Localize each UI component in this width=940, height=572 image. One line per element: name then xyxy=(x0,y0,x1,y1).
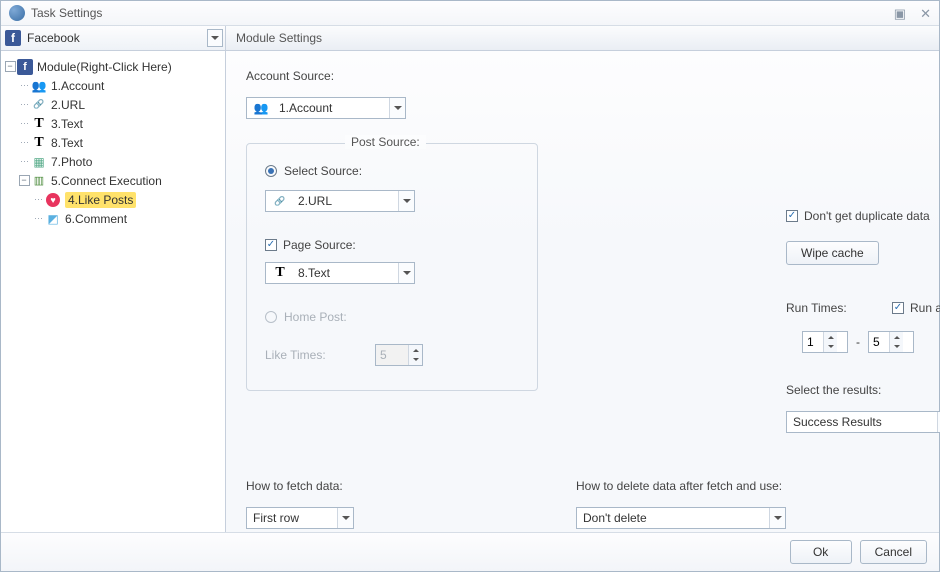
run-all-label[interactable]: Run all source xyxy=(910,301,940,315)
close-icon[interactable]: ✕ xyxy=(920,7,931,20)
tree-item-text8[interactable]: ⋯ T 8.Text xyxy=(3,133,223,152)
radio-icon xyxy=(265,311,277,323)
heart-icon: ♥ xyxy=(45,192,61,208)
page-source-row[interactable]: Page Source: xyxy=(265,238,519,252)
home-post-row: Home Post: xyxy=(265,310,519,324)
cancel-button[interactable]: Cancel xyxy=(860,540,927,564)
chevron-down-icon[interactable] xyxy=(769,508,785,528)
tree-label: Module(Right-Click Here) xyxy=(37,60,172,74)
tree-label: 2.URL xyxy=(51,98,85,112)
account-icon: 👥 xyxy=(31,78,47,94)
tree-label: 3.Text xyxy=(51,117,83,131)
fetch-label: How to fetch data: xyxy=(246,479,354,493)
wipe-cache-button[interactable]: Wipe cache xyxy=(786,241,879,265)
text-icon: T xyxy=(31,135,47,151)
spin-up-icon[interactable] xyxy=(824,332,837,342)
tree-label: 4.Like Posts xyxy=(65,192,136,208)
fetch-select[interactable]: First row xyxy=(246,507,354,529)
home-post-label: Home Post: xyxy=(284,310,347,324)
spin-up-icon[interactable] xyxy=(890,332,903,342)
tree-label: 1.Account xyxy=(51,79,104,93)
run-to-spinner[interactable] xyxy=(868,331,914,353)
results-select[interactable]: Success Results xyxy=(786,411,940,433)
page-source-select[interactable]: T 8.Text xyxy=(265,262,415,284)
tree-item-like-posts[interactable]: ⋯ ♥ 4.Like Posts xyxy=(3,190,223,209)
dialog-footer: Ok Cancel xyxy=(1,533,939,571)
tree-item-text3[interactable]: ⋯ T 3.Text xyxy=(3,114,223,133)
select-value: 1.Account xyxy=(279,101,332,115)
tree-root[interactable]: − f Module(Right-Click Here) xyxy=(3,57,223,76)
like-times-label: Like Times: xyxy=(265,348,375,362)
fieldset-legend: Post Source: xyxy=(345,135,426,149)
tree-item-exec[interactable]: − ▥ 5.Connect Execution xyxy=(3,171,223,190)
tree-item-photo[interactable]: ⋯ ▦ 7.Photo xyxy=(3,152,223,171)
checkbox-icon[interactable] xyxy=(786,210,798,222)
photo-icon: ▦ xyxy=(31,154,47,170)
spin-up-icon xyxy=(409,345,422,355)
select-results-label: Select the results: xyxy=(786,383,940,397)
select-value: 8.Text xyxy=(298,266,330,280)
run-from-spinner[interactable] xyxy=(802,331,848,353)
chevron-down-icon[interactable] xyxy=(398,191,414,211)
execution-icon: ▥ xyxy=(31,173,47,189)
range-dash: - xyxy=(856,335,860,349)
tree-item-account[interactable]: ⋯ 👥 1.Account xyxy=(3,76,223,95)
comment-icon: ◩ xyxy=(45,211,61,227)
chevron-down-icon[interactable] xyxy=(398,263,414,283)
ok-button[interactable]: Ok xyxy=(790,540,852,564)
module-tree: − f Module(Right-Click Here) ⋯ 👥 1.Accou… xyxy=(1,51,226,532)
platform-value: Facebook xyxy=(27,31,80,45)
select-value: First row xyxy=(253,511,299,525)
text-icon: T xyxy=(272,265,288,281)
page-source-label: Page Source: xyxy=(283,238,356,252)
spin-down-icon[interactable] xyxy=(824,342,837,352)
tree-label: 5.Connect Execution xyxy=(51,174,162,188)
tree-item-url[interactable]: ⋯ 🔗 2.URL xyxy=(3,95,223,114)
no-duplicate-label[interactable]: Don't get duplicate data xyxy=(804,209,940,223)
select-source-row[interactable]: Select Source: xyxy=(265,164,519,178)
select-value: Success Results xyxy=(793,415,882,429)
account-source-label: Account Source: xyxy=(246,69,915,83)
like-times-input xyxy=(376,345,408,365)
tree-label: 6.Comment xyxy=(65,212,127,226)
collapse-icon[interactable]: − xyxy=(5,61,16,72)
chevron-down-icon[interactable] xyxy=(207,29,223,47)
select-value: 2.URL xyxy=(298,194,332,208)
panel-title: Module Settings xyxy=(226,26,939,50)
minimize-icon[interactable]: ▣ xyxy=(894,7,906,20)
run-to-input[interactable] xyxy=(869,332,889,352)
select-source-label: Select Source: xyxy=(284,164,362,178)
window-title: Task Settings xyxy=(31,6,894,20)
tree-item-comment[interactable]: ⋯ ◩ 6.Comment xyxy=(3,209,223,228)
post-source-group: Post Source: Select Source: 🔗2.URL Page … xyxy=(246,143,538,391)
spin-down-icon[interactable] xyxy=(890,342,903,352)
link-icon: 🔗 xyxy=(31,97,47,113)
tree-label: 8.Text xyxy=(51,136,83,150)
chevron-down-icon[interactable] xyxy=(389,98,405,118)
titlebar: Task Settings ▣ ✕ xyxy=(1,1,939,26)
delete-label: How to delete data after fetch and use: xyxy=(576,479,786,493)
text-icon: T xyxy=(31,116,47,132)
checkbox-icon[interactable] xyxy=(892,302,904,314)
run-times-label: Run Times: xyxy=(786,301,892,315)
spin-down-icon xyxy=(409,355,422,365)
facebook-icon: f xyxy=(17,59,33,75)
tree-label: 7.Photo xyxy=(51,155,92,169)
app-icon xyxy=(9,5,25,21)
facebook-icon: f xyxy=(5,30,21,46)
account-source-select[interactable]: 👥 1.Account xyxy=(246,97,406,119)
account-icon: 👥 xyxy=(253,100,269,116)
like-times-spinner xyxy=(375,344,423,366)
radio-icon[interactable] xyxy=(265,165,277,177)
chevron-down-icon[interactable] xyxy=(337,508,353,528)
settings-panel: Account Source: 👥1.Account Post Source: … xyxy=(226,51,939,532)
select-source-select[interactable]: 🔗 2.URL xyxy=(265,190,415,212)
link-icon: 🔗 xyxy=(272,193,288,209)
select-value: Don't delete xyxy=(583,511,647,525)
collapse-icon[interactable]: − xyxy=(19,175,30,186)
run-from-input[interactable] xyxy=(803,332,823,352)
checkbox-icon[interactable] xyxy=(265,239,277,251)
platform-select[interactable]: f Facebook xyxy=(1,26,226,50)
delete-select[interactable]: Don't delete xyxy=(576,507,786,529)
